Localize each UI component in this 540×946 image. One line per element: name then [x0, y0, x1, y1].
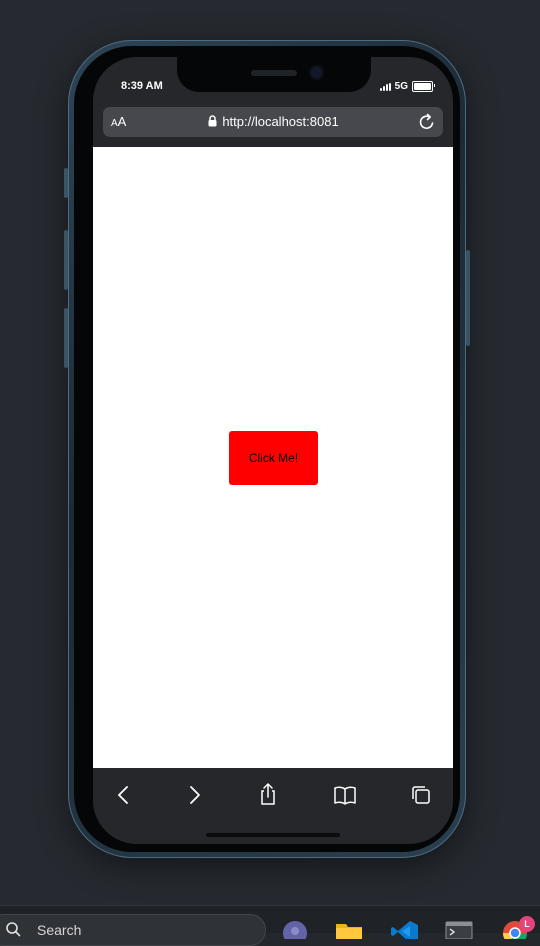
power-button [466, 250, 470, 346]
taskbar: Search [0, 905, 540, 946]
front-camera [311, 67, 322, 78]
phone-frame: 8:39 AM 5G AA http://localhost:8081 Clic… [64, 40, 470, 858]
back-icon[interactable] [111, 782, 137, 808]
lock-icon [208, 115, 217, 127]
desktop-background: 8:39 AM 5G AA http://localhost:8081 Clic… [0, 0, 540, 946]
web-page-content: Click Me! [93, 147, 453, 768]
status-indicators: 5G [379, 81, 435, 92]
taskbar-search[interactable]: Search [0, 914, 266, 946]
click-me-button[interactable]: Click Me! [229, 431, 318, 485]
search-icon [6, 922, 21, 937]
volume-down-button [64, 308, 68, 368]
speaker-grille [251, 70, 297, 76]
search-placeholder: Search [37, 922, 82, 938]
teams-icon[interactable] [280, 919, 310, 939]
signal-icon [379, 82, 391, 91]
reload-icon[interactable] [417, 112, 437, 132]
network-label: 5G [394, 81, 408, 92]
home-indicator [206, 833, 340, 837]
phone-bezel: 8:39 AM 5G AA http://localhost:8081 Clic… [74, 46, 460, 852]
battery-level [414, 83, 431, 90]
bookmarks-icon[interactable] [332, 782, 358, 808]
terminal-icon[interactable] [444, 919, 474, 939]
battery-icon [412, 81, 435, 92]
notch [177, 57, 371, 92]
file-explorer-icon[interactable] [334, 919, 364, 939]
url-text: http://localhost:8081 [222, 114, 339, 129]
status-time: 8:39 AM [121, 80, 163, 92]
volume-up-button [64, 230, 68, 290]
phone-screen: 8:39 AM 5G AA http://localhost:8081 Clic… [93, 57, 453, 844]
tabs-icon[interactable] [408, 782, 434, 808]
url-display[interactable]: http://localhost:8081 [103, 114, 443, 129]
vscode-icon[interactable] [390, 919, 420, 939]
share-icon[interactable] [255, 782, 281, 808]
forward-icon[interactable] [181, 782, 207, 808]
chrome-profile-badge: L [519, 916, 535, 932]
status-bar: 8:39 AM 5G [93, 57, 453, 105]
address-bar[interactable]: AA http://localhost:8081 [103, 107, 443, 137]
mute-switch [64, 168, 68, 198]
